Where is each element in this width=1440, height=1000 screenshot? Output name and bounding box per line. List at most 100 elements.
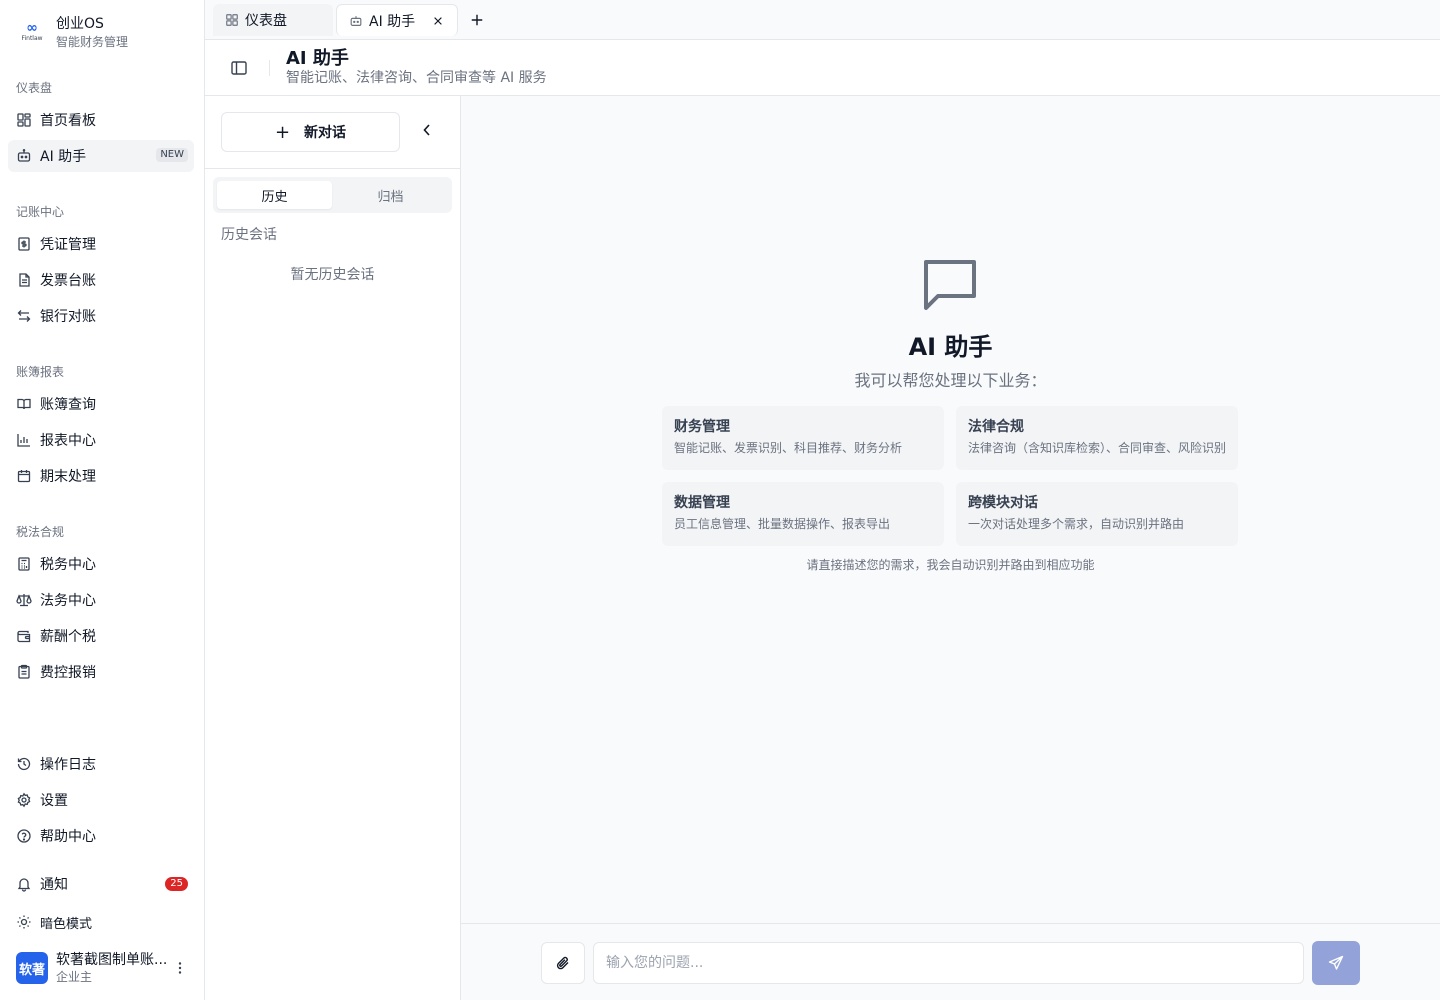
notifications-label: 通知 (40, 877, 68, 893)
voucher-icon (16, 236, 32, 252)
capability-card-legal[interactable]: 法律合规 法律咨询（含知识库检索）、合同审查、风险识别 (956, 406, 1238, 470)
collapse-panel-button[interactable] (417, 120, 437, 140)
sidebar: ∞ Fintlaw 创业OS 智能财务管理 仪表盘 首页看板 AI 助手 NEW… (0, 0, 205, 1000)
divider (205, 168, 460, 169)
dark-mode-label: 暗色模式 (40, 916, 93, 932)
sidebar-item-ai-assistant[interactable]: AI 助手 NEW (8, 140, 194, 172)
section-title-tax-legal: 税法合规 (16, 525, 65, 539)
sidebar-toggle-button[interactable] (229, 58, 249, 78)
wallet-icon (16, 628, 32, 644)
receipt-icon (16, 664, 32, 680)
invoice-icon (16, 272, 32, 288)
card-description: 一次对话处理多个需求，自动识别并路由 (968, 517, 1185, 531)
conversation-tabs: 历史 归档 (213, 177, 452, 213)
sidebar-item-operation-log[interactable]: 操作日志 (8, 748, 194, 780)
tab-dashboard[interactable]: 仪表盘 (213, 4, 333, 36)
sidebar-item-label: 首页看板 (40, 113, 96, 129)
brand-logo: ∞ Fintlaw (16, 16, 48, 48)
sidebar-item-label: 凭证管理 (40, 237, 96, 253)
attach-button[interactable] (541, 942, 585, 984)
user-profile[interactable]: 软著 软著截图制单账... 企业主 (8, 948, 194, 988)
new-chat-label: 新对话 (304, 125, 347, 141)
sidebar-item-help[interactable]: 帮助中心 (8, 820, 194, 852)
sidebar-item-label: 银行对账 (40, 309, 96, 325)
sidebar-item-vouchers[interactable]: 凭证管理 (8, 228, 194, 260)
bot-icon (349, 14, 363, 28)
bar-chart-icon (16, 432, 32, 448)
send-icon (1328, 955, 1344, 970)
card-title: 财务管理 (674, 419, 730, 435)
card-title: 法律合规 (968, 419, 1024, 435)
sidebar-item-settings[interactable]: 设置 (8, 784, 194, 816)
paperclip-icon (556, 956, 569, 970)
sidebar-item-tax-center[interactable]: 税务中心 (8, 548, 194, 580)
infinity-logo-icon: ∞ (26, 20, 38, 36)
sidebar-item-label: 发票台账 (40, 273, 96, 289)
card-description: 法律咨询（含知识库检索）、合同审查、风险识别 (968, 441, 1227, 455)
page-title: AI 助手 (286, 48, 349, 69)
more-vertical-icon[interactable] (172, 958, 188, 978)
sidebar-item-label: 账簿查询 (40, 397, 96, 413)
card-title: 数据管理 (674, 495, 730, 511)
sidebar-item-period-end[interactable]: 期末处理 (8, 460, 194, 492)
notifications-button[interactable]: 通知 25 (8, 868, 194, 900)
message-input[interactable] (593, 942, 1304, 984)
sidebar-item-label: 薪酬个税 (40, 629, 96, 645)
sidebar-item-bank-reconcile[interactable]: 银行对账 (8, 300, 194, 332)
composer (461, 923, 1440, 1000)
usage-hint: 请直接描述您的需求，我会自动识别并路由到相应功能 (806, 558, 1095, 572)
card-description: 智能记账、发票识别、科目推荐、财务分析 (674, 441, 903, 455)
tab-bar: 仪表盘 AI 助手 (205, 0, 1440, 40)
sidebar-item-legal-center[interactable]: 法务中心 (8, 584, 194, 616)
help-icon (16, 828, 32, 844)
new-chat-button[interactable]: + 新对话 (221, 112, 400, 152)
sidebar-item-reports[interactable]: 报表中心 (8, 424, 194, 456)
tab-label: 仪表盘 (245, 13, 287, 29)
avatar: 软著 (16, 952, 48, 984)
notification-count-badge: 25 (165, 877, 188, 891)
bell-icon (16, 876, 32, 892)
sidebar-item-label: 设置 (40, 793, 68, 809)
dark-mode-toggle[interactable]: 暗色模式 (8, 906, 194, 938)
scale-icon (16, 592, 32, 608)
page-subtitle: 智能记账、法律咨询、合同审查等 AI 服务 (286, 70, 547, 86)
card-description: 员工信息管理、批量数据操作、报表导出 (674, 517, 891, 531)
brand-name: 创业OS (56, 16, 104, 32)
sidebar-item-label: 帮助中心 (40, 829, 96, 845)
capability-card-finance[interactable]: 财务管理 智能记账、发票识别、科目推荐、财务分析 (662, 406, 944, 470)
plus-icon (471, 14, 483, 26)
page-header: AI 助手 智能记账、法律咨询、合同审查等 AI 服务 (205, 40, 1440, 96)
chat-area: AI 助手 我可以帮您处理以下业务： 财务管理 智能记账、发票识别、科目推荐、财… (461, 96, 1440, 923)
bot-icon (16, 148, 32, 164)
brand-tagline: 智能财务管理 (56, 35, 129, 49)
welcome-title: AI 助手 (908, 333, 993, 361)
send-button[interactable] (1312, 941, 1360, 985)
sidebar-item-home[interactable]: 首页看板 (8, 104, 194, 136)
panel-left-icon (231, 61, 247, 75)
brand[interactable]: ∞ Fintlaw 创业OS 智能财务管理 (16, 12, 196, 52)
tab-archive[interactable]: 归档 (333, 181, 448, 209)
sidebar-item-expense[interactable]: 费控报销 (8, 656, 194, 688)
close-icon[interactable] (431, 14, 445, 28)
sidebar-item-payroll-tax[interactable]: 薪酬个税 (8, 620, 194, 652)
message-square-icon (920, 254, 980, 314)
sidebar-item-ledger-query[interactable]: 账簿查询 (8, 388, 194, 420)
plus-icon: + (274, 121, 291, 143)
user-role: 企业主 (56, 970, 93, 984)
sidebar-item-label: 法务中心 (40, 593, 96, 609)
section-title-bookkeeping: 记账中心 (16, 205, 65, 219)
conversation-panel: + 新对话 历史 归档 历史会话 暂无历史会话 (205, 96, 461, 1000)
section-title-ledger: 账簿报表 (16, 365, 65, 379)
capability-card-data[interactable]: 数据管理 员工信息管理、批量数据操作、报表导出 (662, 482, 944, 546)
brand-logo-text: Fintlaw (21, 35, 43, 42)
tab-history[interactable]: 历史 (217, 181, 332, 209)
section-title-dashboard: 仪表盘 (16, 81, 53, 95)
sidebar-item-invoices[interactable]: 发票台账 (8, 264, 194, 296)
history-section-label: 历史会话 (221, 227, 277, 243)
history-icon (16, 756, 32, 772)
history-empty-state: 暂无历史会话 (290, 267, 375, 283)
capability-card-cross-module[interactable]: 跨模块对话 一次对话处理多个需求，自动识别并路由 (956, 482, 1238, 546)
divider (269, 60, 270, 76)
tab-ai-assistant[interactable]: AI 助手 (336, 4, 458, 36)
add-tab-button[interactable] (467, 10, 487, 30)
